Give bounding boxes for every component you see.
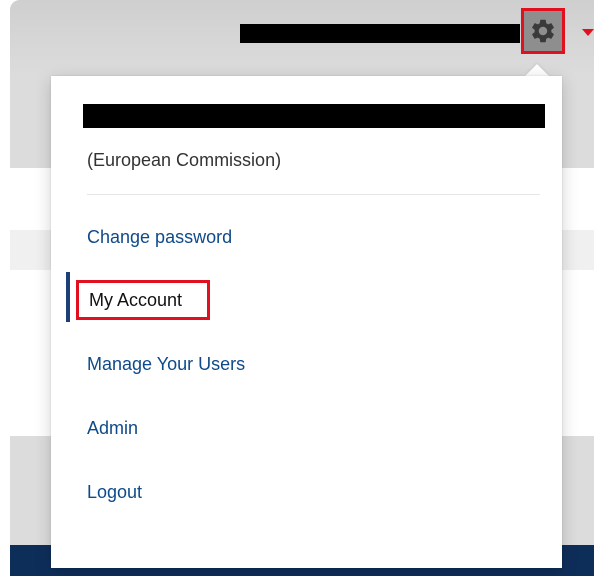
redacted-username bbox=[240, 24, 520, 43]
menu-item-my-account-label: My Account bbox=[89, 289, 183, 310]
settings-button[interactable] bbox=[521, 8, 565, 54]
menu-item-change-password[interactable]: Change password bbox=[87, 227, 232, 248]
redacted-full-name bbox=[83, 104, 545, 128]
menu-item-logout[interactable]: Logout bbox=[87, 482, 142, 503]
user-dropdown-menu: (European Commission) Change password My… bbox=[51, 76, 562, 568]
menu-item-manage-users[interactable]: Manage Your Users bbox=[87, 354, 245, 375]
menu-item-admin[interactable]: Admin bbox=[87, 418, 138, 439]
active-item-indicator bbox=[66, 272, 70, 322]
menu-item-my-account[interactable]: My Account bbox=[76, 280, 210, 320]
caret-down-icon[interactable] bbox=[582, 29, 594, 36]
menu-divider bbox=[87, 194, 540, 195]
menu-pointer bbox=[525, 64, 549, 76]
gear-icon bbox=[532, 19, 554, 43]
organization-label: (European Commission) bbox=[87, 150, 282, 170]
